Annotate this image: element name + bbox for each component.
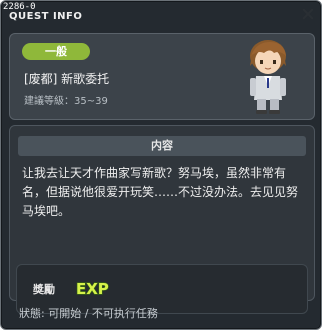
quest-content-panel: 内容 让我去让天才作曲家写新歌？努马埃，虽然非常有名，但据说他很爱开玩笑……不过…: [9, 125, 315, 314]
quest-info-window: 2286-0 QUEST INFO 一般 [废都] 新歌委托 建議等級：35~3…: [0, 0, 322, 330]
quest-description: 让我去让天才作曲家写新歌？努马埃，虽然非常有名，但据说他很爱开玩笑……不过没办法…: [22, 166, 299, 218]
quest-status: 狀態: 可開始 / 不可执行任務: [19, 307, 158, 320]
quest-summary-panel: 一般 [废都] 新歌委托 建議等級：35~39: [9, 33, 315, 120]
quest-name: [废都] 新歌委托: [24, 72, 110, 86]
content-header: 内容: [18, 136, 306, 156]
window-title: QUEST INFO: [9, 11, 83, 22]
category-badge: 一般: [22, 43, 90, 60]
close-icon[interactable]: [301, 7, 315, 21]
character-avatar-icon: [250, 40, 286, 114]
exp-icon: EXP: [75, 279, 109, 298]
reward-label: 獎勵: [33, 283, 55, 296]
exp-text: EXP: [76, 280, 109, 298]
recommended-level: 建議等級：35~39: [24, 96, 108, 107]
